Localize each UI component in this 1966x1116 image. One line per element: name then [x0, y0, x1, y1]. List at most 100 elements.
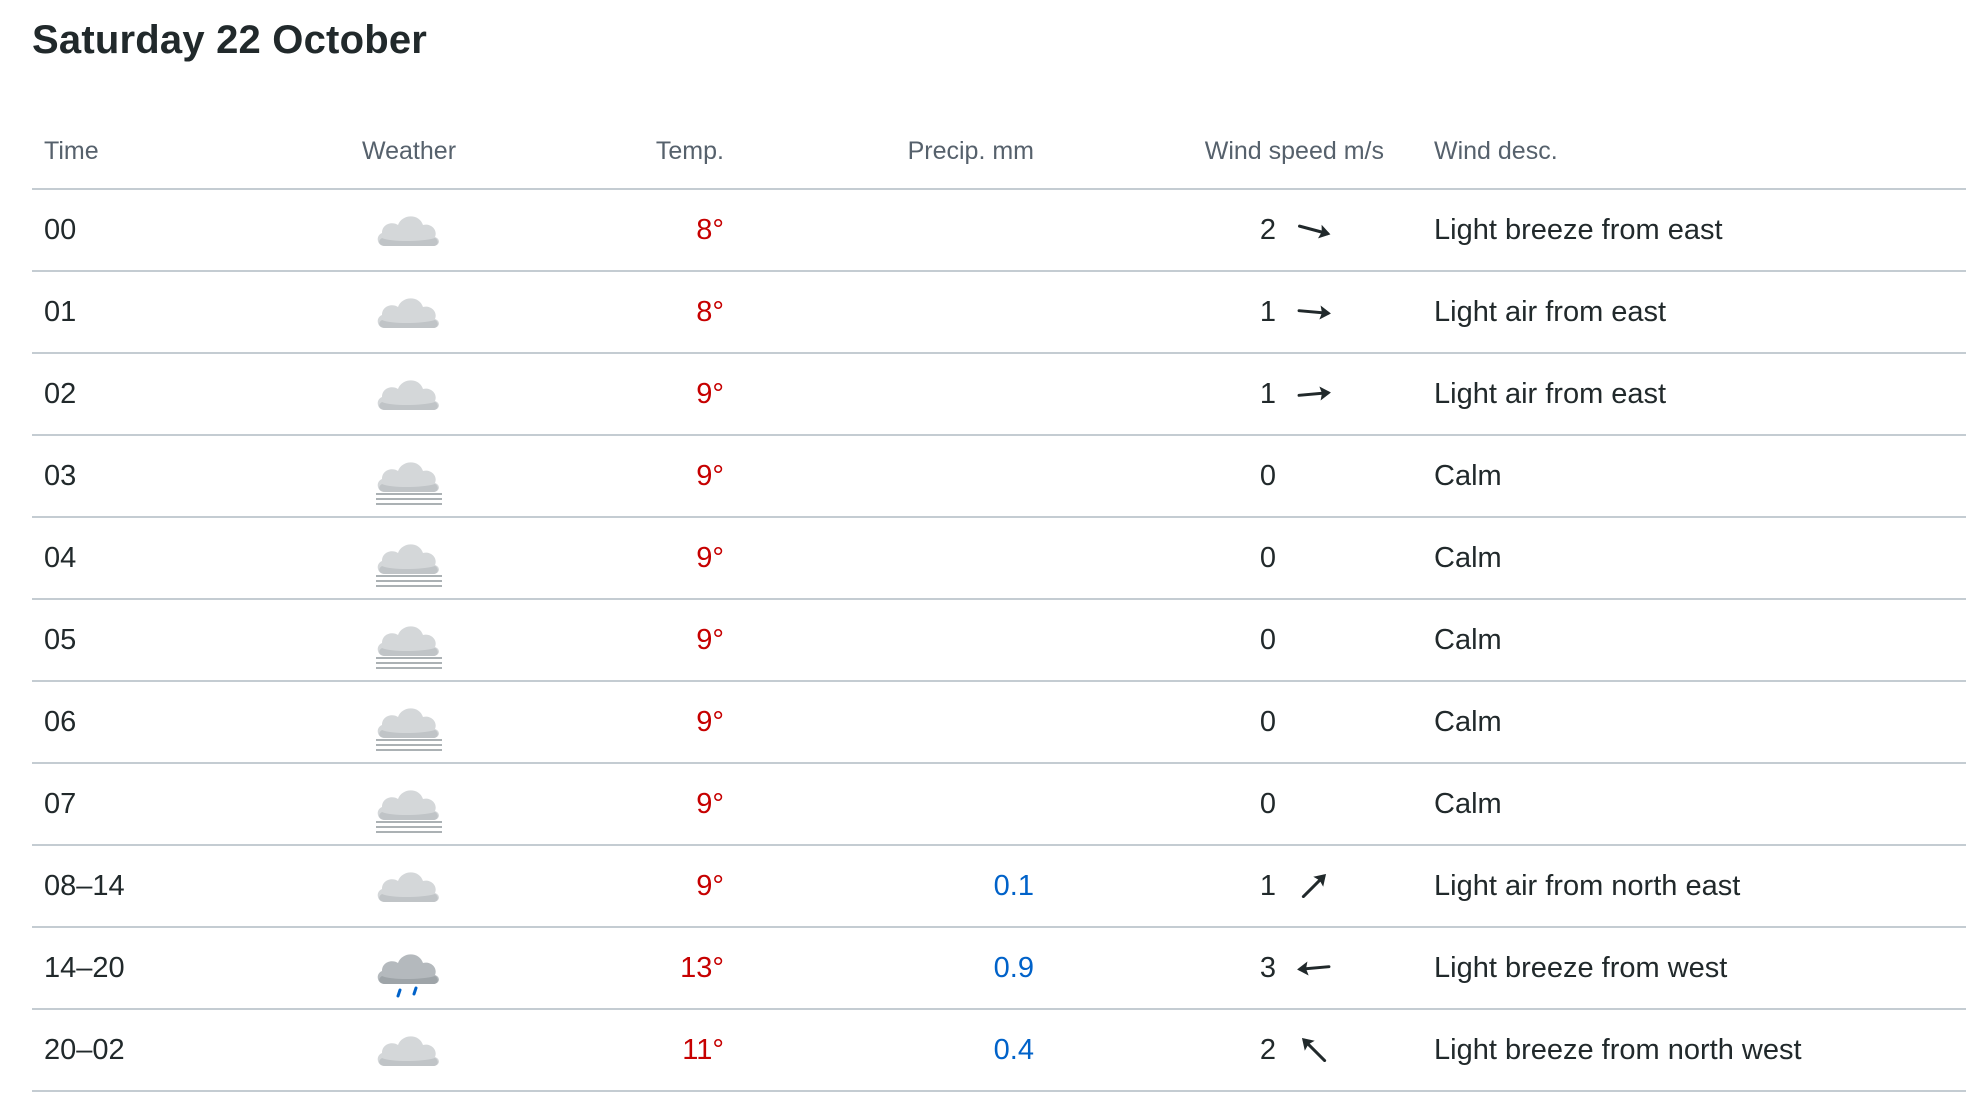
table-row: 04 9° 0 Calm [32, 517, 1966, 600]
weather-cell [294, 599, 524, 682]
precipitation-value: 0.1 [993, 869, 1034, 902]
weather-cell [294, 435, 524, 518]
time-cell: 05 [32, 599, 294, 682]
precip-cell [724, 435, 1034, 518]
temp-cell: 8° [524, 189, 724, 272]
header-time: Time [32, 115, 294, 190]
precipitation-value: 0.9 [993, 951, 1034, 984]
temperature-value: 9° [696, 869, 724, 902]
header-weather: Weather [294, 115, 524, 190]
arrow-from-west-icon [1294, 956, 1334, 980]
precipitation-value: 0.4 [993, 1033, 1034, 1066]
temperature-value: 9° [696, 623, 724, 656]
header-precip: Precip. mm [724, 115, 1034, 190]
arrow-from-north-west-icon [1294, 1038, 1334, 1062]
wind-speed-value: 1 [1259, 295, 1276, 328]
wind-speed-cell: 1 [1034, 353, 1384, 436]
wind-desc-cell: Calm [1384, 599, 1966, 682]
header-wind-speed: Wind speed m/s [1034, 115, 1384, 190]
wind-desc-cell: Light air from east [1384, 271, 1966, 354]
temperature-value: 8° [696, 213, 724, 246]
temp-cell: 9° [524, 681, 724, 764]
table-row: 07 9° 0 Calm [32, 763, 1966, 846]
time-cell: 01 [32, 271, 294, 354]
arrow-from-east-icon [1294, 382, 1334, 406]
wind-desc-cell: Calm [1384, 763, 1966, 846]
weather-cell [294, 845, 524, 928]
hourly-forecast-table: Time Weather Temp. Precip. mm Wind speed… [32, 115, 1966, 1092]
temp-cell: 8° [524, 271, 724, 354]
fog-icon [369, 528, 449, 588]
fog-icon [369, 610, 449, 670]
wind-desc-cell: Light air from north east [1384, 845, 1966, 928]
time-cell: 20–02 [32, 1009, 294, 1092]
cloudy-icon [369, 1020, 449, 1080]
time-cell: 07 [32, 763, 294, 846]
wind-speed-cell: 0 [1034, 681, 1384, 764]
weather-cell [294, 353, 524, 436]
temp-cell: 9° [524, 845, 724, 928]
weather-cell [294, 1009, 524, 1092]
wind-speed-value: 0 [1259, 623, 1276, 656]
wind-speed-cell: 1 [1034, 271, 1384, 354]
wind-speed-value: 1 [1259, 869, 1276, 902]
temperature-value: 9° [696, 459, 724, 492]
wind-desc-cell: Light breeze from east [1384, 189, 1966, 272]
weather-cell [294, 189, 524, 272]
day-title: Saturday 22 October [32, 18, 428, 62]
cloudy-icon [369, 364, 449, 424]
table-row: 08–14 9° 0.1 1 Light air from north east [32, 845, 1966, 928]
temp-cell: 9° [524, 517, 724, 600]
temp-cell: 13° [524, 927, 724, 1010]
precip-cell: 0.1 [724, 845, 1034, 928]
time-cell: 06 [32, 681, 294, 764]
table-row: 00 8° 2 Light breeze from east [32, 189, 1966, 272]
weather-cell [294, 763, 524, 846]
arrow-from-north-east-icon [1294, 874, 1334, 898]
fog-icon [369, 774, 449, 834]
temp-cell: 11° [524, 1009, 724, 1092]
header-temp: Temp. [524, 115, 724, 190]
time-cell: 02 [32, 353, 294, 436]
temperature-value: 8° [696, 295, 724, 328]
table-row: 20–02 11° 0.4 2 Light breeze from north … [32, 1009, 1966, 1092]
wind-speed-cell: 0 [1034, 763, 1384, 846]
arrow-from-east-icon [1294, 218, 1334, 242]
wind-speed-cell: 2 [1034, 189, 1384, 272]
temperature-value: 9° [696, 541, 724, 574]
wind-desc-cell: Light breeze from north west [1384, 1009, 1966, 1092]
arrow-from-east-icon [1294, 300, 1334, 324]
wind-speed-cell: 2 [1034, 1009, 1384, 1092]
forecast-page: Saturday 22 October Time Weather Temp. P… [0, 0, 1966, 1116]
precip-cell [724, 189, 1034, 272]
wind-desc-cell: Light breeze from west [1384, 927, 1966, 1010]
temperature-value: 9° [696, 787, 724, 820]
wind-speed-cell: 0 [1034, 517, 1384, 600]
table-row: 02 9° 1 Light air from east [32, 353, 1966, 436]
temperature-value: 13° [680, 951, 724, 984]
wind-speed-value: 3 [1259, 951, 1276, 984]
wind-speed-value: 0 [1259, 705, 1276, 738]
light-rain-icon [369, 938, 449, 998]
wind-speed-cell: 1 [1034, 845, 1384, 928]
cloudy-icon [369, 282, 449, 342]
wind-speed-value: 0 [1259, 459, 1276, 492]
weather-cell [294, 681, 524, 764]
weather-cell [294, 517, 524, 600]
precip-cell [724, 763, 1034, 846]
table-header-row: Time Weather Temp. Precip. mm Wind speed… [32, 115, 1966, 190]
fog-icon [369, 692, 449, 752]
precip-cell: 0.4 [724, 1009, 1034, 1092]
cloudy-icon [369, 200, 449, 260]
time-cell: 04 [32, 517, 294, 600]
cloudy-icon [369, 856, 449, 916]
precip-cell: 0.9 [724, 927, 1034, 1010]
table-row: 06 9° 0 Calm [32, 681, 1966, 764]
forecast-rows: 00 8° 2 Light breeze from east 01 8° 1 L… [32, 189, 1966, 1092]
weather-cell [294, 271, 524, 354]
weather-cell [294, 927, 524, 1010]
precip-cell [724, 599, 1034, 682]
time-cell: 03 [32, 435, 294, 518]
wind-desc-cell: Calm [1384, 517, 1966, 600]
time-cell: 08–14 [32, 845, 294, 928]
